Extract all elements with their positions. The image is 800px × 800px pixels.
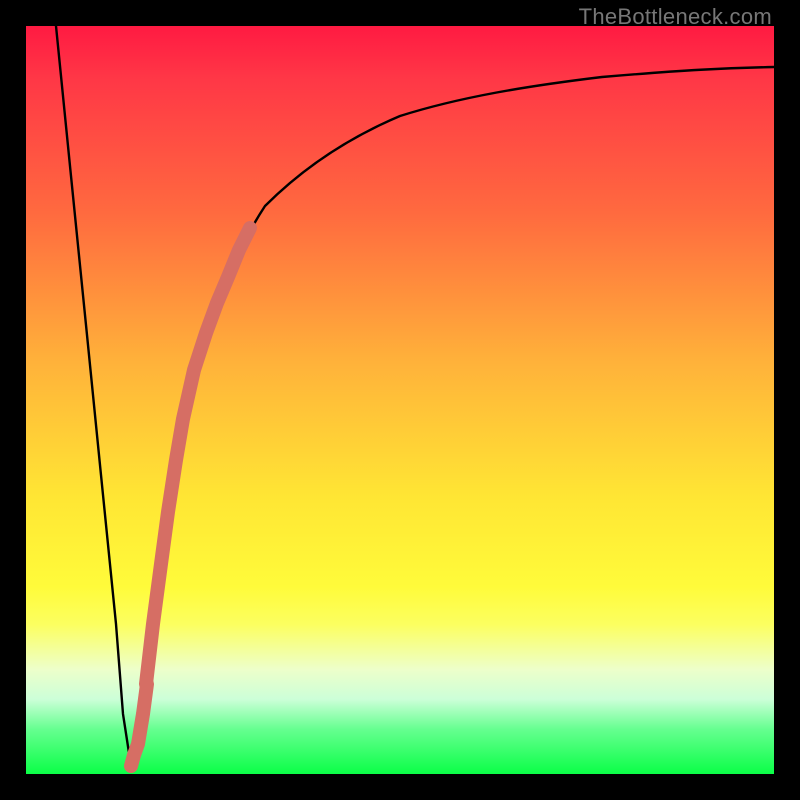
- watermark-text: TheBottleneck.com: [579, 4, 772, 30]
- highlight-hook: [131, 684, 147, 766]
- plot-area: [26, 26, 774, 774]
- highlight-segment: [146, 228, 250, 684]
- curve-layer: [26, 26, 774, 774]
- chart-frame: TheBottleneck.com: [0, 0, 800, 800]
- bottleneck-curve: [56, 26, 774, 766]
